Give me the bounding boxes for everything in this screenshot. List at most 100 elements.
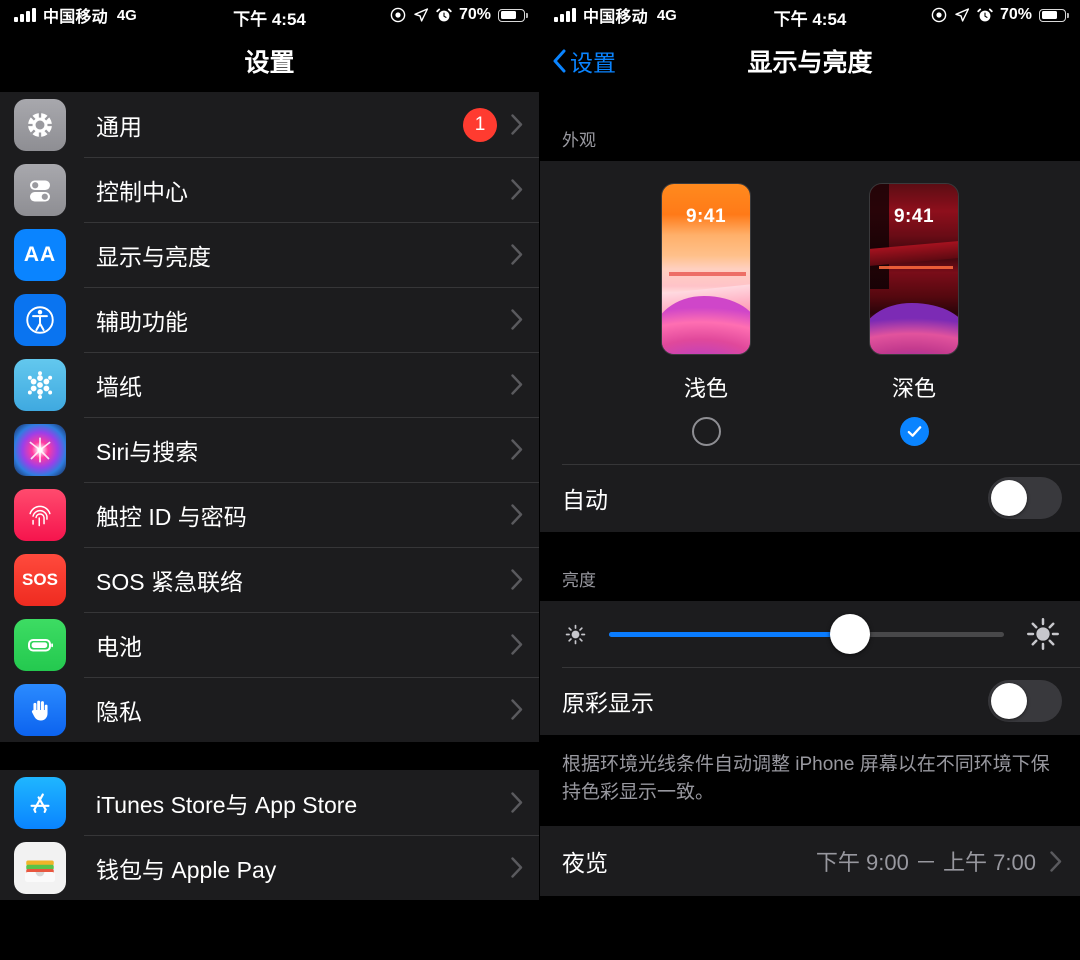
sidebar-item-siri-search[interactable]: Siri与搜索: [0, 417, 539, 482]
sidebar-item-label: 控制中心: [96, 178, 188, 205]
status-bar-right-group: 70%: [931, 6, 1069, 24]
sidebar-item-general[interactable]: 通用 1: [0, 92, 539, 157]
sidebar-item-accessibility[interactable]: 辅助功能: [0, 287, 539, 352]
night-shift-value-group: 下午 9:00 － 上午 7:00: [816, 845, 1062, 877]
row-accessory: [511, 699, 539, 720]
back-button[interactable]: 设置: [540, 44, 616, 78]
gear-icon: [14, 98, 66, 151]
status-bar-right: 中国移动 4G 下午 4:54 70%: [540, 0, 1080, 30]
sidebar-item-label: 辅助功能: [96, 308, 188, 335]
location-arrow-icon: [955, 8, 970, 22]
status-bar-left-group: 中国移动 4G: [554, 3, 677, 27]
carrier-label: 中国移动: [43, 9, 108, 26]
theme-label-dark: 深色: [891, 376, 936, 401]
sidebar-item-touch-id-passcode[interactable]: 触控 ID 与密码: [0, 482, 539, 547]
sidebar-item-display-brightness[interactable]: AA 显示与亮度: [0, 222, 539, 287]
sidebar-item-label: iTunes Store与 App Store: [96, 791, 358, 818]
theme-label-light: 浅色: [683, 376, 728, 401]
status-badge: 1: [463, 107, 497, 142]
row-accessory: [511, 179, 539, 200]
sidebar-item-itunes-app-store[interactable]: iTunes Store与 App Store: [0, 770, 539, 835]
dark-wallpaper-thumbnail[interactable]: 9:41: [869, 183, 959, 355]
chevron-right-icon: [511, 244, 523, 265]
chevron-right-icon: [511, 634, 523, 655]
row-accessory: [511, 439, 539, 460]
back-button-label: 设置: [570, 50, 616, 76]
fingerprint-icon: [14, 488, 66, 541]
night-shift-label: 夜览: [562, 850, 608, 877]
network-type-label: 4G: [116, 6, 137, 24]
sidebar-item-label: 墙纸: [96, 373, 142, 400]
nav-bar-left: 设置: [0, 30, 539, 92]
row-accessory: [511, 309, 539, 330]
row-accessory: [511, 634, 539, 655]
checkmark-icon: [907, 426, 921, 437]
chevron-right-icon: [511, 857, 523, 878]
row-accessory: [511, 569, 539, 590]
page-title: 设置: [244, 49, 295, 77]
chevron-right-icon: [511, 699, 523, 720]
status-bar-right-group: 70%: [390, 6, 528, 24]
focus-icon: [931, 7, 947, 23]
row-accessory: [511, 244, 539, 265]
sun-small-icon: [565, 624, 586, 644]
alarm-clock-icon: [436, 8, 452, 22]
app-store-icon: [14, 776, 66, 829]
theme-option-dark[interactable]: 9:41 深色: [869, 183, 959, 446]
light-wallpaper-thumbnail[interactable]: 9:41: [661, 183, 751, 355]
sun-large-icon: [1027, 618, 1059, 650]
chevron-right-icon: [511, 374, 523, 395]
sidebar-item-wallet-apple-pay[interactable]: 钱包与 Apple Pay: [0, 835, 539, 900]
control-center-icon: [14, 163, 66, 216]
settings-panel: 中国移动 4G 下午 4:54 70% 设置 通用 1 控制中心 AA 显示与亮…: [0, 0, 540, 960]
chevron-right-icon: [511, 309, 523, 330]
battery-icon: [498, 8, 528, 22]
sidebar-item-wallpaper[interactable]: 墙纸: [0, 352, 539, 417]
auto-appearance-row[interactable]: 自动: [540, 464, 1080, 532]
radio-dark[interactable]: [899, 417, 929, 446]
sidebar-item-label: 隐私: [96, 698, 142, 725]
bottom-gap: [540, 896, 1080, 937]
settings-group-2: iTunes Store与 App Store 钱包与 Apple Pay: [0, 770, 539, 900]
radio-light[interactable]: [691, 417, 721, 446]
appearance-card: 9:41 浅色 9:41 深色: [540, 161, 1080, 464]
sidebar-item-label: 通用: [96, 113, 142, 140]
siri-orb-icon: [14, 423, 66, 476]
status-bar-left: 中国移动 4G 下午 4:54 70%: [0, 0, 539, 30]
night-shift-row[interactable]: 夜览 下午 9:00 － 上午 7:00: [540, 826, 1080, 897]
sidebar-item-label: 电池: [96, 633, 142, 660]
brightness-thumb: [829, 614, 870, 654]
row-accessory: [511, 857, 539, 878]
brightness-slider-row[interactable]: [540, 601, 1080, 667]
chevron-right-icon: [511, 792, 523, 813]
auto-appearance-toggle[interactable]: [988, 477, 1062, 519]
theme-option-light[interactable]: 9:41 浅色: [661, 183, 751, 446]
true-tone-row[interactable]: 原彩显示: [540, 667, 1080, 735]
sidebar-item-control-center[interactable]: 控制中心: [0, 157, 539, 222]
alarm-clock-icon: [977, 8, 993, 22]
row-accessory: 1: [463, 107, 539, 142]
true-tone-toggle[interactable]: [988, 680, 1062, 722]
display-brightness-panel: 中国移动 4G 下午 4:54 70% 设置 显示与亮度 外观 9:41 浅色 …: [540, 0, 1080, 960]
chevron-right-icon: [511, 179, 523, 200]
wallpaper-flower-icon: [14, 358, 66, 411]
status-bar-left-group: 中国移动 4G: [14, 3, 137, 27]
row-accessory: [511, 374, 539, 395]
true-tone-label: 原彩显示: [562, 690, 654, 716]
signal-bars-icon: [14, 8, 36, 22]
chevron-right-icon: [511, 569, 523, 590]
toggle-knob: [991, 480, 1027, 516]
sidebar-item-battery[interactable]: 电池: [0, 612, 539, 677]
page-title: 显示与亮度: [747, 49, 873, 77]
privacy-hand-icon: [14, 683, 66, 736]
dual-screenshot: 中国移动 4G 下午 4:54 70% 设置 通用 1 控制中心 AA 显示与亮…: [0, 0, 1080, 960]
brightness-track[interactable]: [609, 614, 1004, 654]
theme-options: 9:41 浅色 9:41 深色: [540, 183, 1080, 446]
row-divider: [562, 464, 1080, 465]
sidebar-item-privacy[interactable]: 隐私: [0, 677, 539, 742]
network-type-label: 4G: [656, 6, 677, 24]
chevron-right-icon: [1050, 850, 1062, 872]
sidebar-item-emergency-sos[interactable]: SOS SOS 紧急联络: [0, 547, 539, 612]
battery-percent-label: 70%: [999, 6, 1032, 23]
chevron-right-icon: [511, 439, 523, 460]
